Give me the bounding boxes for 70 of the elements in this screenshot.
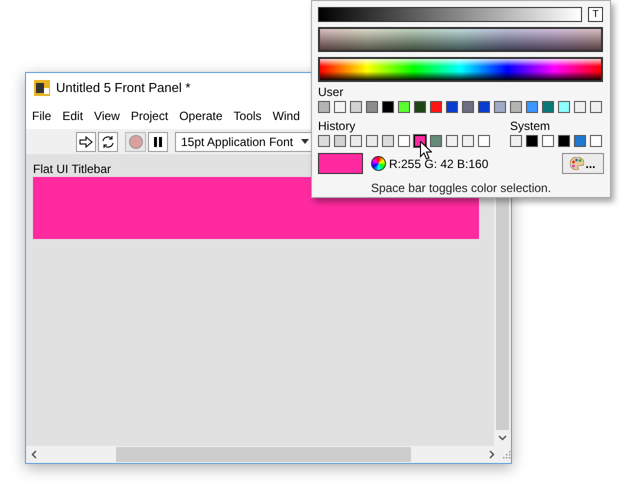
color-swatch[interactable] — [446, 135, 458, 147]
color-swatch[interactable] — [542, 101, 554, 113]
paint-palette-icon — [570, 157, 584, 170]
color-swatch[interactable] — [350, 135, 362, 147]
color-swatch[interactable] — [382, 135, 394, 147]
color-swatch[interactable] — [590, 135, 602, 147]
rgb-reading: R:255 G: 42 B:160 — [389, 156, 488, 172]
hint-text: Space bar toggles color selection. — [370, 180, 552, 197]
history-label: History — [318, 119, 356, 133]
color-swatch[interactable] — [398, 101, 410, 113]
color-swatch[interactable] — [366, 101, 378, 113]
muted-color-bar[interactable] — [318, 27, 603, 52]
color-swatch[interactable] — [334, 135, 346, 147]
color-swatch[interactable] — [478, 101, 490, 113]
resize-grip-icon — [503, 450, 511, 458]
user-label: User — [318, 85, 344, 99]
color-wheel-icon[interactable] — [371, 156, 386, 171]
color-swatch[interactable] — [558, 101, 570, 113]
color-swatch[interactable] — [510, 101, 522, 113]
menu-item[interactable]: File — [32, 107, 52, 125]
grayscale-bar[interactable] — [318, 7, 582, 22]
color-swatch[interactable] — [462, 101, 474, 113]
color-swatch[interactable] — [366, 135, 378, 147]
menu-item[interactable]: Project — [130, 107, 168, 125]
color-swatch[interactable] — [542, 135, 554, 147]
color-swatch[interactable] — [414, 101, 426, 113]
color-swatch[interactable] — [510, 135, 522, 147]
color-swatch[interactable] — [318, 101, 330, 113]
menu-item[interactable]: Tools — [234, 107, 262, 125]
color-swatch[interactable] — [318, 135, 330, 147]
color-swatch[interactable] — [350, 101, 362, 113]
control-label: Flat UI Titlebar — [33, 161, 112, 177]
horizontal-scrollbar[interactable] — [26, 446, 511, 463]
arrow-icon — [79, 136, 93, 148]
run-button[interactable] — [76, 132, 96, 152]
menu-item[interactable]: Edit — [62, 107, 84, 125]
color-swatch[interactable] — [526, 101, 538, 113]
color-swatch[interactable] — [398, 135, 410, 147]
color-swatch[interactable] — [494, 101, 506, 113]
cycle-arrows-icon — [101, 134, 115, 148]
current-color-preview — [318, 153, 363, 174]
menu-item[interactable]: Operate — [179, 107, 223, 125]
hue-spectrum-bar[interactable] — [318, 57, 603, 82]
color-swatch[interactable] — [462, 135, 474, 147]
app-icon — [34, 80, 50, 96]
menu-item[interactable]: View — [94, 107, 120, 125]
scroll-left-icon — [31, 450, 37, 459]
color-swatch[interactable] — [430, 135, 442, 147]
run-continuously-button[interactable] — [98, 132, 118, 152]
menu-item[interactable]: Wind — [272, 107, 300, 125]
system-label: System — [510, 119, 550, 133]
color-swatch[interactable] — [334, 101, 346, 113]
color-swatch[interactable] — [574, 135, 586, 147]
pause-button[interactable] — [148, 132, 168, 152]
color-swatch[interactable] — [382, 101, 394, 113]
stop-icon — [128, 134, 142, 148]
window-title: Untitled 5 Front Panel * — [56, 79, 190, 98]
transparent-button[interactable]: T — [588, 7, 603, 22]
color-swatch[interactable] — [574, 101, 586, 113]
color-swatch[interactable] — [478, 135, 490, 147]
dropdown-caret-icon — [301, 139, 310, 144]
scroll-down-icon — [498, 435, 507, 441]
color-swatch[interactable] — [526, 135, 538, 147]
color-swatch[interactable] — [590, 101, 602, 113]
color-swatch[interactable] — [446, 101, 458, 113]
pause-icon — [153, 136, 163, 146]
color-swatch[interactable] — [558, 135, 570, 147]
scroll-right-icon — [489, 450, 496, 459]
more-colors-button[interactable]: ... — [562, 153, 604, 174]
color-swatch[interactable] — [430, 101, 442, 113]
